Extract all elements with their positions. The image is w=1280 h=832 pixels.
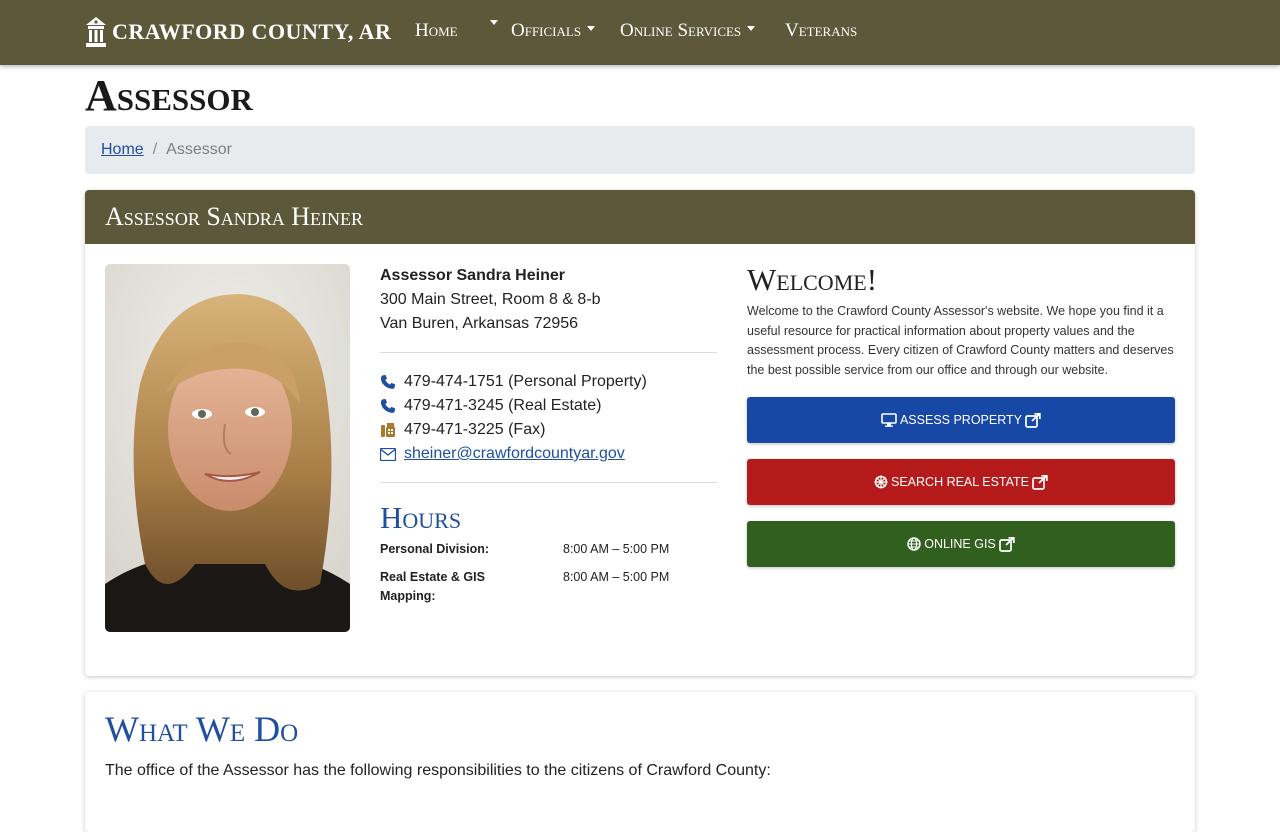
what-we-do-intro: The office of the Assessor has the follo… [105, 762, 771, 779]
dharma-wheel-icon [874, 475, 888, 489]
divider [380, 482, 717, 483]
fax-row: 479-471-3225 (Fax) [380, 418, 717, 442]
external-link-icon [1032, 474, 1048, 490]
courthouse-logo-icon [86, 17, 106, 47]
nav-officials[interactable]: Officials [511, 20, 596, 42]
nav-home-label: Home [415, 20, 458, 41]
nav-veterans[interactable]: Veterans [785, 20, 857, 42]
breadcrumb: Home / Assessor [85, 126, 1195, 174]
nav-online-services-label: Online Services [620, 20, 742, 41]
search-real-estate-button[interactable]: Search Real Estate [747, 459, 1175, 505]
assess-property-button[interactable]: Assess Property [747, 397, 1175, 443]
nav-dropdown-toggle[interactable] [484, 20, 498, 30]
brand-text: CRAWFORD COUNTY, AR [112, 19, 392, 44]
divider [380, 352, 717, 353]
assessor-card: Assessor Sandra Heiner Assessor Sandra H… [85, 190, 1195, 676]
fax-number: 479-471-3225 (Fax) [404, 421, 546, 438]
assessor-photo [105, 264, 350, 632]
hours-value: 8:00 AM – 5:00 PM [563, 570, 670, 584]
external-link-icon [1025, 412, 1041, 428]
contact-info: Assessor Sandra Heiner 300 Main Street, … [380, 264, 717, 615]
external-link-icon [998, 536, 1015, 552]
nav-online-services[interactable]: Online Services [620, 20, 756, 42]
card-header: Assessor Sandra Heiner [85, 190, 1195, 244]
online-gis-button[interactable]: Online GIS [747, 521, 1175, 567]
phone-personal-row: 479-474-1751 (Personal Property) [380, 370, 717, 394]
phone-icon [380, 394, 404, 418]
assess-property-label: Assess Property [899, 413, 1023, 427]
nav-home[interactable]: Home [415, 20, 458, 42]
welcome-text: Welcome to the Crawford County Assessor'… [747, 304, 1174, 377]
contact-name: Assessor Sandra Heiner [380, 267, 565, 284]
monitor-icon [881, 413, 897, 427]
phone-real-estate: 479-471-3245 (Real Estate) [404, 397, 602, 414]
hours-label: Real Estate & GIS Mapping: [380, 570, 485, 603]
phone-personal: 479-474-1751 (Personal Property) [404, 373, 647, 390]
hours-value: 8:00 AM – 5:00 PM [563, 542, 670, 556]
address-line-1: 300 Main Street, Room 8 & 8-b [380, 291, 601, 308]
hours-row: Real Estate & GIS Mapping: 8:00 AM – 5:0… [380, 568, 717, 606]
breadcrumb-current: Assessor [166, 141, 232, 158]
email-link[interactable]: sheiner@crawfordcountyar.gov [404, 442, 625, 466]
top-navbar: CRAWFORD COUNTY, AR Home Officials Onlin… [0, 0, 1280, 65]
envelope-icon [380, 442, 404, 466]
what-we-do-card: What We Do The office of the Assessor ha… [85, 692, 1195, 832]
welcome-section: Welcome! Welcome to the Crawford County … [747, 260, 1175, 567]
breadcrumb-separator: / [152, 141, 158, 158]
chevron-down-icon [587, 26, 596, 31]
hours-row: Personal Division: 8:00 AM – 5:00 PM [380, 540, 717, 559]
brand-link[interactable]: CRAWFORD COUNTY, AR [85, 16, 391, 48]
phone-icon [380, 370, 404, 394]
hours-label: Personal Division: [380, 542, 490, 556]
nav-officials-label: Officials [511, 20, 582, 41]
search-real-estate-label: Search Real Estate [891, 475, 1029, 489]
page-title: Assessor [85, 71, 253, 120]
hours-title: Hours [380, 500, 462, 535]
what-we-do-title: What We Do [105, 709, 299, 749]
online-gis-label: Online GIS [924, 537, 996, 551]
welcome-title: Welcome! [747, 262, 878, 297]
fax-icon [380, 418, 404, 442]
chevron-down-icon [747, 26, 756, 31]
phone-real-estate-row: 479-471-3245 (Real Estate) [380, 394, 717, 418]
nav-veterans-label: Veterans [785, 20, 858, 41]
email-row: sheiner@crawfordcountyar.gov [380, 442, 717, 466]
breadcrumb-home-link[interactable]: Home [101, 141, 144, 159]
chevron-down-icon [490, 20, 498, 25]
globe-icon [907, 537, 921, 551]
address-line-2: Van Buren, Arkansas 72956 [380, 315, 579, 332]
